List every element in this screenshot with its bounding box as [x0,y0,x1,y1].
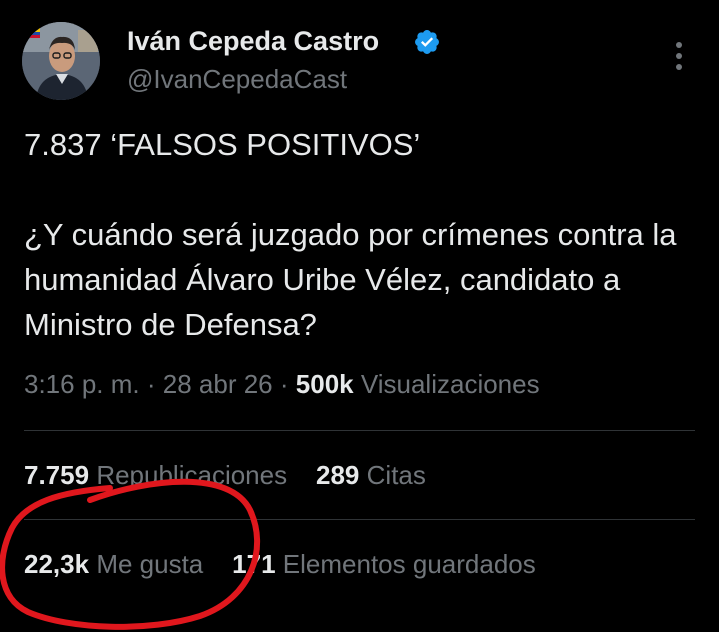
bookmarks-stat[interactable]: 171 Elementos guardados [232,549,536,579]
meta-separator: · [146,369,156,399]
tweet-text-line-2: ¿Y cuándo será juzgado por crímenes cont… [24,217,677,342]
tweet-metadata: 3:16 p. m. · 28 abr 26 · 500k Visualizac… [24,369,540,400]
views-count: 500k [295,369,354,399]
stats-row-likes-bookmarks: 22,3k Me gusta 171 Elementos guardados [24,549,536,580]
stats-row-reposts-quotes: 7.759 Republicaciones 289 Citas [24,460,426,491]
verified-badge-icon [415,30,439,54]
bookmarks-count: 171 [232,549,276,579]
more-options-icon[interactable] [666,38,692,74]
tweet: Iván Cepeda Castro @IvanCepedaCast 7.837… [0,0,719,632]
tweet-time[interactable]: 3:16 p. m. [24,369,140,399]
author-handle[interactable]: @IvanCepedaCast [127,64,347,95]
bookmarks-label: Elementos guardados [282,549,536,579]
author-display-name[interactable]: Iván Cepeda Castro [127,26,379,57]
reposts-count: 7.759 [24,460,90,490]
meta-separator: · [279,369,289,399]
likes-count: 22,3k [24,549,90,579]
divider [24,519,695,520]
avatar[interactable] [22,22,100,100]
tweet-text-line-1: 7.837 ‘FALSOS POSITIVOS’ [24,127,421,162]
divider [24,430,695,431]
quotes-label: Citas [366,460,426,490]
likes-stat[interactable]: 22,3k Me gusta [24,549,211,579]
quotes-count: 289 [316,460,360,490]
tweet-text: 7.837 ‘FALSOS POSITIVOS’ ¿Y cuándo será … [24,122,694,347]
views-label: Visualizaciones [360,369,540,399]
tweet-date[interactable]: 28 abr 26 [163,369,273,399]
reposts-stat[interactable]: 7.759 Republicaciones [24,460,294,490]
likes-label: Me gusta [96,549,204,579]
reposts-label: Republicaciones [96,460,288,490]
quotes-stat[interactable]: 289 Citas [316,460,426,490]
avatar-image [22,22,100,100]
